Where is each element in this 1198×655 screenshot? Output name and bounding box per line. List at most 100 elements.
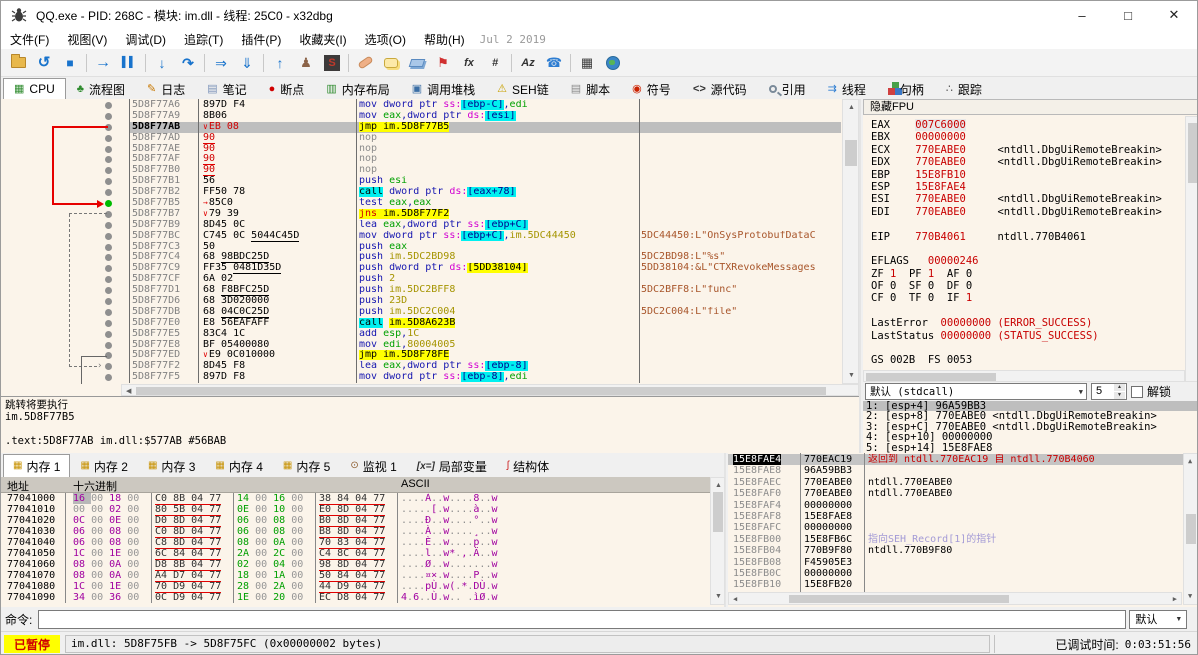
dump-tab-内存-4[interactable]: ▦ 内存 4 [205,454,272,477]
stack-horizontal-scrollbar[interactable]: ◀ ▶ [728,592,1182,605]
register-line[interactable]: GS 002B FS 0053 [871,354,1185,366]
register-line[interactable]: EIP 770B4061 ntdll.770B4061 [871,231,1185,243]
register-line[interactable]: EFLAGS 00000246 [871,255,1185,267]
menu-item-t[interactable]: 追踪(T) [175,29,232,49]
run-to-user-code-button[interactable]: ♟ [293,51,319,75]
execute-till-return-button[interactable]: ↑ [267,51,293,75]
hash-button[interactable]: # [482,51,508,75]
stack-row[interactable]: 15E8FAE8 96A59BB3 [728,465,1183,476]
column-divider[interactable] [639,99,640,383]
register-line[interactable]: EAX 007C6000 [871,119,1185,131]
dump-tab-结构体[interactable]: ʃ 结构体 [497,454,559,477]
stack-row[interactable]: 15E8FAF4 00000000 [728,500,1183,511]
tab-调用堆栈[interactable]: ▣ 调用堆栈 [401,78,486,99]
registers-horizontal-scrollbar[interactable] [863,370,1185,382]
dump-tab-内存-2[interactable]: ▦ 内存 2 [70,454,137,477]
argument-row[interactable]: 4: [esp+10] 00000000 [863,432,1197,443]
step-into-button[interactable]: ↓ [149,51,175,75]
dump-tab-局部变量[interactable]: [x=] 局部变量 [407,454,497,477]
dump-tab-内存-3[interactable]: ▦ 内存 3 [138,454,205,477]
breakpoint-dot-icon[interactable] [105,134,112,142]
disasm-row[interactable]: 5D8F77A9 8B06 mov eax,dword ptr ds:[esi] [1,110,841,122]
close-button[interactable]: ✕ [1151,1,1197,29]
register-line[interactable]: LastError 00000000 (ERROR_SUCCESS) [871,317,1185,329]
dump-row[interactable]: 77041000 16 00 18 00 C0 8B 04 77 14 00 16 0… [1,493,724,505]
register-line[interactable]: LastStatus 00000000 (STATUS_SUCCESS) [871,330,1185,342]
dump-row[interactable]: 77041060 08 00 0A 00 D8 8B 04 77 02 00 04 0… [1,559,724,571]
restart-button[interactable]: ↺ [31,51,57,75]
menu-item-d[interactable]: 调试(D) [116,29,175,49]
menu-item-f[interactable]: 文件(F) [1,29,58,49]
stack-row[interactable]: 15E8FB0C 00000000 [728,568,1183,579]
breakpoint-dot-icon[interactable] [105,265,112,273]
dump-row[interactable]: 77041090 34 00 36 00 0C D9 04 77 1E 00 20 0… [1,592,724,603]
bookmark-button[interactable]: ⚑ [430,51,456,75]
register-line[interactable]: EDX 770EABE0 <ntdll.DbgUiRemoteBreakin> [871,156,1185,168]
disasm-row[interactable]: 5D8F77F5 897D F8 mov dword ptr ss:[ebp-8],… [1,371,841,383]
breakpoint-dot-icon[interactable] [105,308,112,316]
breakpoint-dot-icon[interactable] [105,276,112,284]
disasm-row[interactable]: 5D8F77CF 6A 02 push 2 [1,273,841,285]
stack-row[interactable]: 15E8FB00 15E8FB6C 指向SEH_Record[1]的指针 [728,534,1183,545]
register-line[interactable]: EDI 770EABE0 <ntdll.DbgUiRemoteBreakin> [871,206,1185,218]
disasm-horizontal-scrollbar[interactable]: ◀ [121,384,859,396]
breakpoint-dot-icon[interactable] [105,298,112,306]
dump-vertical-scrollbar[interactable]: ▲ ▼ [710,477,725,605]
dump-tab-监视-1[interactable]: ⊙ 监视 1 [340,454,406,477]
breakpoint-dot-icon[interactable] [105,330,112,338]
disasm-row[interactable]: 5D8F77B2 FF50 78 call dword ptr ds:[eax+78… [1,186,841,198]
breakpoint-dot-icon[interactable] [105,112,112,120]
breakpoint-dot-icon[interactable] [105,200,112,208]
breakpoint-dot-icon[interactable] [105,221,112,229]
disasm-row[interactable]: 5D8F77E5 83C4 1C add esp,1C [1,328,841,340]
breakpoint-dot-icon[interactable] [105,254,112,262]
register-line[interactable]: ESP 15E8FAE4 [871,181,1185,193]
tab-句柄[interactable]: 句柄 [877,78,935,99]
settings-s-badge-button[interactable]: S [319,51,345,75]
globe-button[interactable] [600,51,626,75]
register-line[interactable] [871,218,1185,230]
dump-row[interactable]: 77041080 1C 00 1E 00 70 D9 04 77 28 00 2A 0… [1,581,724,593]
menu-item-p[interactable]: 插件(P) [232,29,290,49]
open-file-button[interactable] [5,51,31,75]
breakpoint-dot-icon[interactable] [105,178,112,186]
disasm-row[interactable]: 5D8F77C3 50 push eax [1,241,841,253]
case-az-button[interactable]: Az [515,51,541,75]
disasm-row[interactable]: 5D8F77DB 68 04C0C25D push im.5DC2C004 5DC2C… [1,306,841,318]
menu-item-i[interactable]: 收藏夹(I) [290,29,355,49]
patch-button[interactable] [352,51,378,75]
dump-tab-内存-5[interactable]: ▦ 内存 5 [273,454,340,477]
disasm-row[interactable]: 5D8F77C9 FF35 0481D35D push dword ptr ds:[… [1,262,841,275]
tab-引用[interactable]: 引用 [758,78,817,99]
stop-debug-button[interactable]: ■ [57,51,83,75]
tab-源代码[interactable]: <> 源代码 [682,78,758,99]
column-divider[interactable] [198,99,199,383]
disasm-row[interactable]: 5D8F77B0 90 nop [1,164,841,177]
column-divider[interactable] [356,99,357,383]
disasm-row[interactable]: 5D8F77C4 68 98BDC25D push im.5DC2BD98 5DC2B… [1,252,841,264]
breakpoint-dot-icon[interactable] [105,102,112,109]
pause-button[interactable]: ▌▌ [116,51,142,75]
disasm-row[interactable]: 5D8F77AB ∨EB 08 jmp im.5D8F77B5 [1,121,841,133]
calculator-button[interactable]: ▦ [574,51,600,75]
tab-日志[interactable]: ✎ 日志 [136,78,196,99]
disasm-row[interactable]: 5D8F77B5 →85C0 test eax,eax [1,197,841,209]
unlock-checkbox[interactable] [1131,385,1143,398]
tab-seh链[interactable]: ⚠ SEH链 [486,78,560,99]
label-tags-button[interactable] [404,51,430,75]
tab-断点[interactable]: ● 断点 [258,78,316,99]
stack-row[interactable]: 15E8FB08 F45905E3 [728,557,1183,568]
register-line[interactable] [871,342,1185,354]
breakpoint-dot-icon[interactable] [105,156,112,164]
dump-row[interactable]: 77041070 08 00 0A 00 A4 D7 04 77 18 00 1A 0… [1,570,724,582]
dump-row[interactable]: 77041020 0C 00 0E 00 D0 8D 04 77 06 00 08 0… [1,515,724,527]
register-line[interactable]: ESI 770EABE0 <ntdll.DbgUiRemoteBreakin> [871,193,1185,205]
dump-row[interactable]: 77041050 1C 00 1E 00 6C 84 04 77 2A 00 2C 0… [1,548,724,560]
stack-row[interactable]: 15E8FAF0 770EABE0 ntdll.770EABE0 [728,488,1183,499]
stack-vertical-scrollbar[interactable]: ▲ ▼ [1183,453,1197,605]
register-line[interactable]: CF 0 TF 0 IF 1 [871,292,1185,304]
stack-row[interactable]: 15E8FAF8 15E8FAE8 [728,511,1183,522]
register-line[interactable]: ECX 770EABE0 <ntdll.DbgUiRemoteBreakin> [871,144,1185,156]
stack-row[interactable]: 15E8FAFC 00000000 [728,522,1183,533]
dump-row[interactable]: 77041030 06 00 08 00 C0 8D 04 77 06 00 08 0… [1,526,724,538]
